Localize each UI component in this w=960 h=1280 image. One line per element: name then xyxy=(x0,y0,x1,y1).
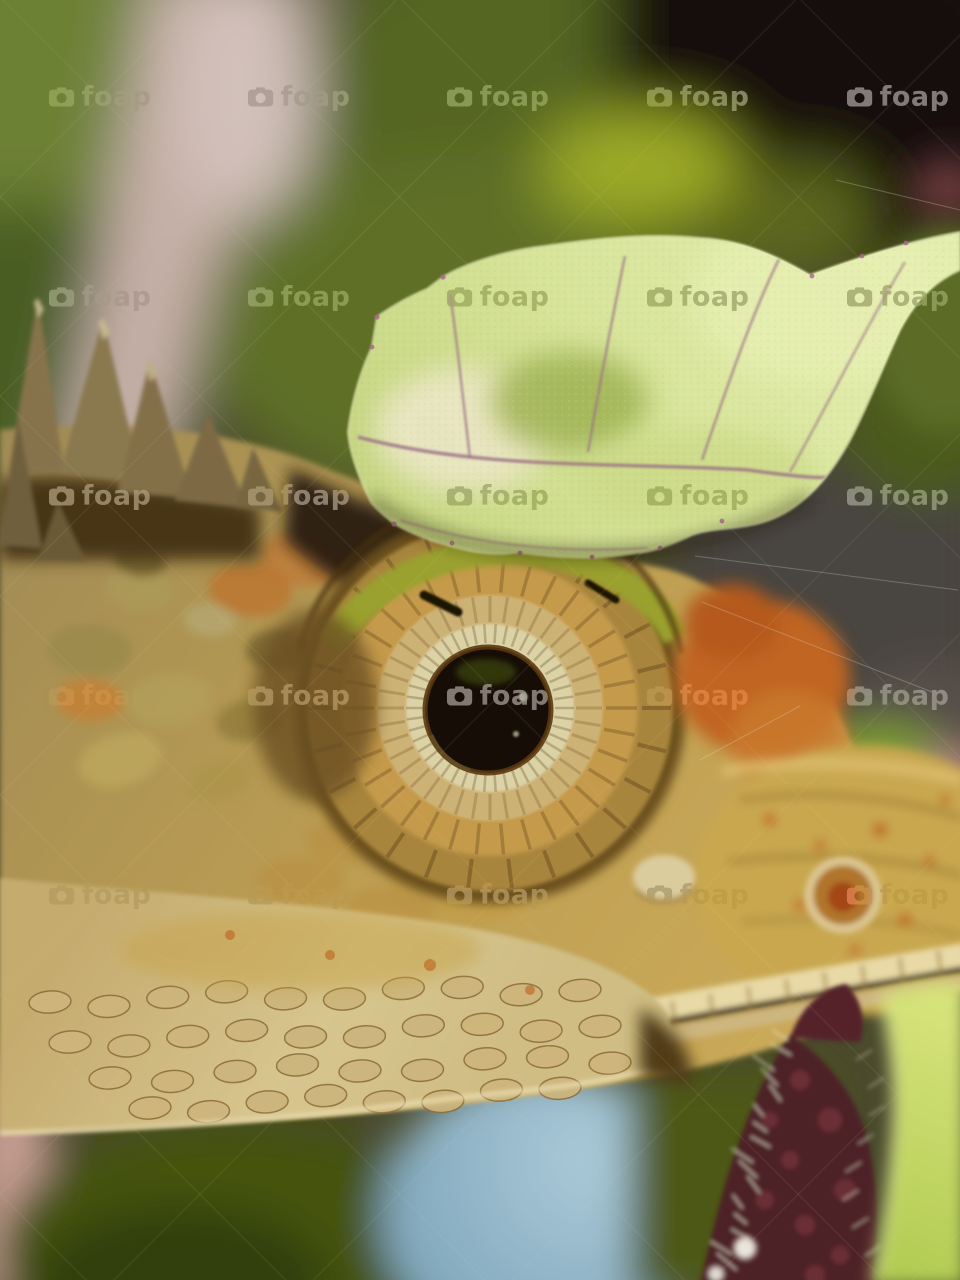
pupil xyxy=(425,647,551,773)
photo-lizard-macro: foapfoapfoapfoapfoapfoapfoapfoapfoapfoap… xyxy=(0,0,960,1280)
photo-scene xyxy=(0,0,960,1280)
